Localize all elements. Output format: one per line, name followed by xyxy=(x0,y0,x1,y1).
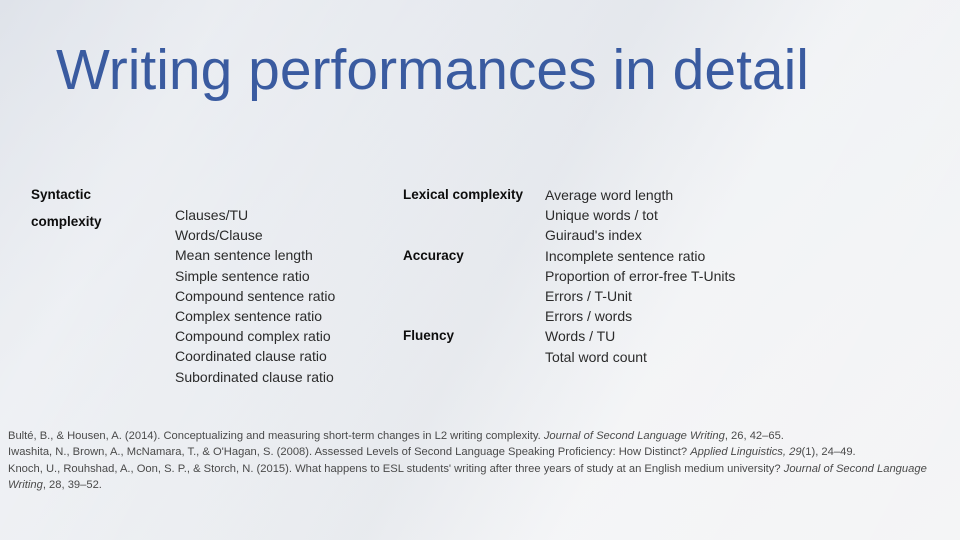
list-item: Compound complex ratio xyxy=(175,328,331,345)
list-item: Words/Clause xyxy=(175,227,263,244)
reference-entry: Iwashita, N., Brown, A., McNamara, T., &… xyxy=(8,444,956,460)
reference-text-fragment: (1), 24–49. xyxy=(801,446,856,459)
reference-text-fragment: Applied Linguistics, 29 xyxy=(690,446,802,459)
list-item: Words / TU xyxy=(545,328,616,345)
right-category-labels: Lexical complexity Accuracy Fluency xyxy=(403,178,548,347)
left-category-label: Syntactic complexity xyxy=(31,178,171,232)
page-title: Writing performances in detail xyxy=(56,38,809,102)
list-item: Simple sentence ratio xyxy=(175,267,310,284)
category-syntactic-complexity-line2: complexity xyxy=(31,214,102,230)
list-item: Complex sentence ratio xyxy=(175,308,323,325)
reference-list: Bulté, B., & Housen, A. (2014). Conceptu… xyxy=(8,428,956,494)
list-item: Coordinated clause ratio xyxy=(175,348,327,365)
list-item: Guiraud's index xyxy=(545,227,642,244)
reference-text-fragment: , 26, 42–65. xyxy=(724,430,784,442)
list-item: Errors / words xyxy=(545,308,633,325)
category-syntactic-complexity-line1: Syntactic xyxy=(31,187,92,202)
metrics-table: Syntactic complexity Clauses/TU Words/Cl… xyxy=(0,178,960,398)
list-item: Subordinated clause ratio xyxy=(175,368,334,385)
slide: Writing performances in detail Syntactic… xyxy=(0,0,960,540)
list-item: Unique words / tot xyxy=(545,207,658,224)
reference-entry: Knoch, U., Rouhshad, A., Oon, S. P., & S… xyxy=(8,461,956,494)
left-metric-list: Clauses/TU Words/Clause Mean sentence le… xyxy=(175,178,390,387)
reference-text-fragment: , 28, 39–52. xyxy=(42,479,102,492)
reference-text-fragment: Bulté, B., & Housen, A. (2014). Conceptu… xyxy=(8,430,544,442)
list-item: Proportion of error-free T-Units xyxy=(545,267,736,284)
list-item: Average word length xyxy=(545,187,674,203)
list-item: Incomplete sentence ratio xyxy=(545,247,706,264)
reference-text-fragment: Journal of Second Language Writing xyxy=(543,430,725,442)
reference-entry: Bulté, B., & Housen, A. (2014). Conceptu… xyxy=(8,428,956,444)
reference-text-fragment: Knoch, U., Rouhshad, A., Oon, S. P., & S… xyxy=(8,462,784,475)
list-item: Clauses/TU xyxy=(175,207,249,223)
list-item: Mean sentence length xyxy=(175,247,313,264)
list-item: Total word count xyxy=(545,348,647,365)
reference-text-fragment: Iwashita, N., Brown, A., McNamara, T., &… xyxy=(8,446,691,459)
category-fluency: Fluency xyxy=(403,328,455,344)
right-metric-list: Average word length Unique words / tot G… xyxy=(545,178,845,367)
category-lexical-complexity: Lexical complexity xyxy=(403,187,524,202)
list-item: Errors / T-Unit xyxy=(545,288,632,305)
list-item: Compound sentence ratio xyxy=(175,287,336,304)
category-accuracy: Accuracy xyxy=(403,247,464,263)
